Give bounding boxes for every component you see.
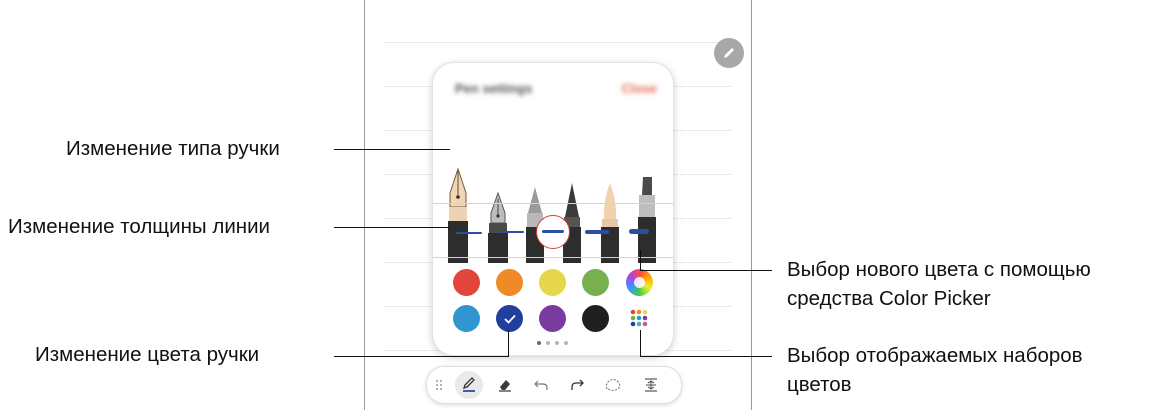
note-line xyxy=(385,42,731,43)
thickness-option-5[interactable] xyxy=(629,229,649,234)
insert-space-icon[interactable] xyxy=(639,373,663,397)
color-swatch-purple[interactable] xyxy=(539,305,566,332)
callout-leader-line xyxy=(640,250,641,271)
callout-color-sets-line2: цветов xyxy=(787,373,852,396)
pen-settings-panel: Pen settings Close xyxy=(432,62,674,356)
palette-sets-icon[interactable] xyxy=(630,309,652,327)
edit-fab-button[interactable] xyxy=(714,38,744,68)
thickness-option-3-selected[interactable] xyxy=(536,215,570,249)
callout-leader-line xyxy=(640,270,772,271)
page-dot xyxy=(564,341,568,345)
callout-pen-color: Изменение цвета ручки xyxy=(35,343,260,366)
callout-leader-line xyxy=(334,149,450,150)
page-dot xyxy=(546,341,550,345)
thickness-option-2[interactable] xyxy=(498,231,524,233)
line-thickness-row xyxy=(433,211,673,253)
drawing-toolbar xyxy=(426,366,682,404)
color-swatch-red[interactable] xyxy=(453,269,480,296)
page-indicator xyxy=(537,341,568,345)
panel-title: Pen settings xyxy=(455,81,533,96)
divider xyxy=(433,203,673,204)
pen-icon xyxy=(724,48,734,58)
redo-icon[interactable] xyxy=(565,373,589,397)
close-button[interactable]: Close xyxy=(622,81,657,96)
divider xyxy=(433,257,673,258)
callout-color-sets-line1: Выбор отображаемых наборов xyxy=(787,344,1083,367)
callout-leader-line xyxy=(334,227,450,228)
callout-leader-line xyxy=(640,330,641,356)
selection-icon[interactable] xyxy=(601,373,625,397)
callout-line-thickness: Изменение толщины линии xyxy=(8,215,270,238)
check-icon xyxy=(503,314,516,324)
undo-icon[interactable] xyxy=(529,373,553,397)
page-dot-active xyxy=(537,341,541,345)
color-swatch-blue[interactable] xyxy=(453,305,480,332)
eraser-icon[interactable] xyxy=(493,373,517,397)
thickness-option-1[interactable] xyxy=(456,232,482,234)
color-swatch-black[interactable] xyxy=(582,305,609,332)
color-swatch-orange[interactable] xyxy=(496,269,523,296)
callout-leader-line xyxy=(334,356,508,357)
callout-color-picker-line2: средства Color Picker xyxy=(787,287,991,310)
color-swatch-navy-selected[interactable] xyxy=(496,305,523,332)
color-swatch-yellow[interactable] xyxy=(539,269,566,296)
color-swatch-green[interactable] xyxy=(582,269,609,296)
drag-handle-icon[interactable] xyxy=(433,373,445,397)
callout-leader-line xyxy=(508,330,509,357)
thickness-option-4[interactable] xyxy=(585,230,609,234)
callout-color-picker-line1: Выбор нового цвета с помощью xyxy=(787,258,1091,281)
page-dot xyxy=(555,341,559,345)
callout-pen-type: Изменение типа ручки xyxy=(66,137,280,160)
callout-leader-line xyxy=(640,356,772,357)
color-picker-icon[interactable] xyxy=(626,269,653,296)
pen-icon[interactable] xyxy=(455,371,483,399)
